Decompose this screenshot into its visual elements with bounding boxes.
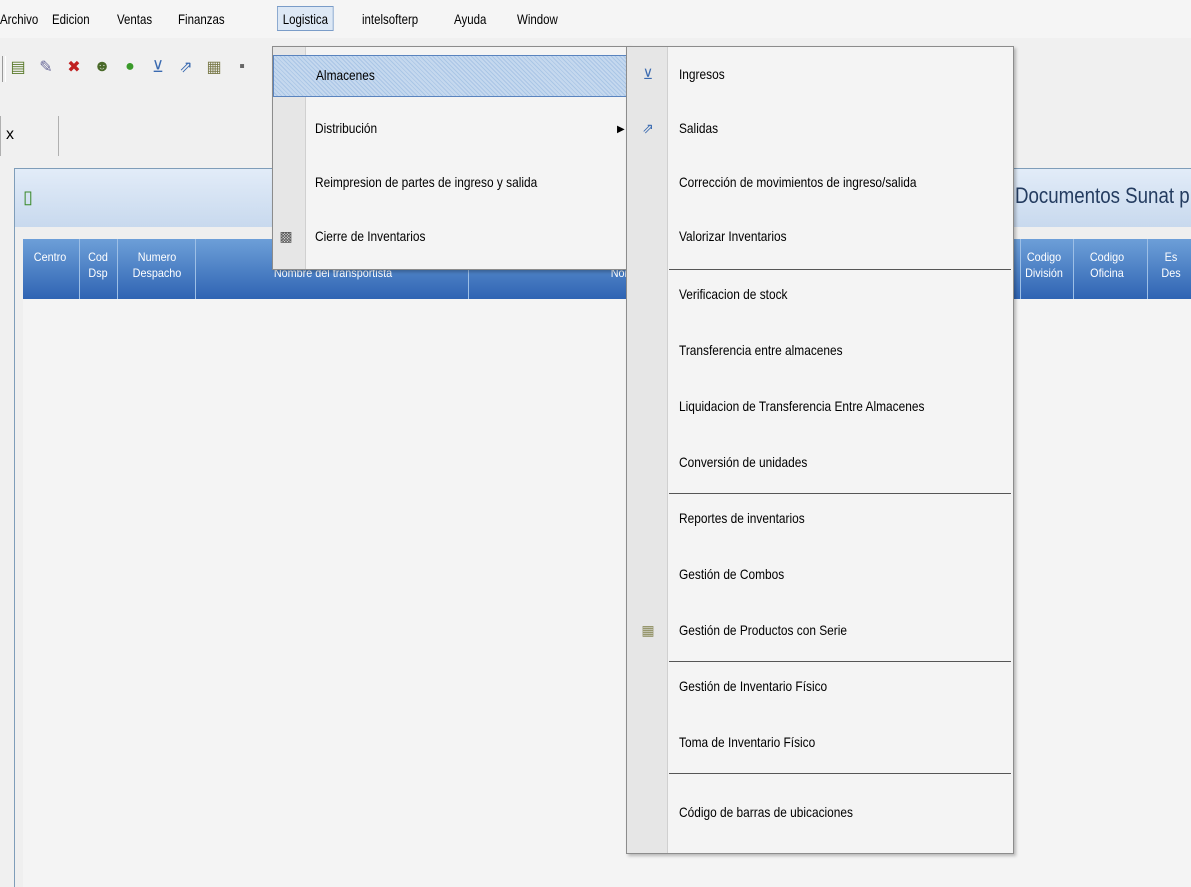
menu-item-label: Cierre de Inventarios bbox=[315, 228, 426, 244]
menu-item-label: Reportes de inventarios bbox=[679, 510, 805, 526]
menu-item-liquidacion[interactable]: Liquidacion de Transferencia Entre Almac… bbox=[627, 387, 1013, 427]
col-estado-despacho[interactable]: Es Des bbox=[1155, 249, 1187, 281]
menu-item-reimpresion[interactable]: Reimpresion de partes de ingreso y salid… bbox=[273, 163, 629, 203]
document-icon[interactable]: ▤ bbox=[8, 57, 28, 77]
col-codigo-oficina[interactable]: Codigo Oficina bbox=[1080, 249, 1134, 281]
menu-archivo[interactable]: Archivo bbox=[0, 10, 38, 28]
menu-item-correccion[interactable]: Corrección de movimientos de ingreso/sal… bbox=[627, 163, 1013, 203]
edit-icon[interactable]: ✎ bbox=[36, 57, 56, 77]
menu-item-reportes[interactable]: Reportes de inventarios bbox=[627, 499, 1013, 539]
menu-item-label: Corrección de movimientos de ingreso/sal… bbox=[679, 174, 917, 190]
menu-intelsofterp[interactable]: intelsofterp bbox=[362, 10, 418, 28]
menu-item-label: Código de barras de ubicaciones bbox=[679, 804, 853, 820]
tab-divider bbox=[58, 116, 59, 156]
menu-item-combos[interactable]: Gestión de Combos bbox=[627, 555, 1013, 595]
col-divider[interactable] bbox=[117, 239, 118, 299]
menu-item-verificacion-stock[interactable]: Verificacion de stock bbox=[627, 275, 1013, 315]
logistica-menu: Almacenes Distribución Reimpresion de pa… bbox=[272, 46, 630, 270]
menu-edicion[interactable]: Edicion bbox=[52, 10, 90, 28]
more-icon[interactable]: ▪ bbox=[232, 57, 252, 77]
calculator-icon[interactable]: ▦ bbox=[204, 57, 224, 77]
user-icon[interactable]: ☻ bbox=[92, 57, 112, 77]
menu-item-label: Salidas bbox=[679, 120, 719, 136]
menu-item-label: Gestión de Combos bbox=[679, 566, 785, 582]
inbox-icon: ⊻ bbox=[642, 65, 654, 82]
window-title: Documentos Sunat p bbox=[1015, 183, 1190, 208]
menu-bar: Archivo Edicion Ventas Finanzas Logistic… bbox=[0, 0, 1191, 38]
inventory-close-icon: ▩ bbox=[279, 227, 293, 244]
col-label: Centro bbox=[33, 250, 67, 264]
menu-item-gestion-inventario-fisico[interactable]: Gestión de Inventario Físico bbox=[627, 667, 1013, 707]
menu-item-label: Gestión de Inventario Físico bbox=[679, 678, 828, 694]
col-label: Codigo División bbox=[1025, 250, 1063, 280]
col-label: Numero Despacho bbox=[132, 250, 182, 280]
menu-item-label: Toma de Inventario Físico bbox=[679, 734, 816, 750]
col-divider[interactable] bbox=[1147, 239, 1148, 299]
menu-item-label: Distribución bbox=[315, 120, 378, 136]
calculator-icon: ▦ bbox=[641, 621, 655, 638]
col-divider[interactable] bbox=[1073, 239, 1074, 299]
menu-item-label: Reimpresion de partes de ingreso y salid… bbox=[315, 174, 538, 190]
menu-separator bbox=[669, 773, 1011, 774]
money-bag-icon[interactable]: ● bbox=[120, 57, 140, 77]
outbox-icon[interactable]: ⇗ bbox=[176, 57, 196, 77]
menu-item-salidas[interactable]: ⇗ Salidas bbox=[627, 109, 1013, 149]
menu-item-cierre-inventarios[interactable]: ▩ Cierre de Inventarios bbox=[273, 217, 629, 257]
inbox-icon[interactable]: ⊻ bbox=[148, 57, 168, 77]
almacenes-submenu: ▶ ⊻ Ingresos ⇗ Salidas Corrección de mov… bbox=[617, 46, 1014, 854]
menu-separator bbox=[669, 493, 1011, 494]
outbox-icon: ⇗ bbox=[642, 119, 654, 136]
menu-item-label: Transferencia entre almacenes bbox=[679, 342, 843, 358]
menu-item-valorizar[interactable]: Valorizar Inventarios bbox=[627, 217, 1013, 257]
menu-item-transferencia[interactable]: Transferencia entre almacenes bbox=[627, 331, 1013, 371]
menu-item-label: Verificacion de stock bbox=[679, 286, 788, 302]
col-divider[interactable] bbox=[79, 239, 80, 299]
menu-item-label: Valorizar Inventarios bbox=[679, 228, 787, 244]
menu-item-label: Ingresos bbox=[679, 66, 725, 82]
menu-item-conversion[interactable]: Conversión de unidades bbox=[627, 443, 1013, 483]
menu-finanzas[interactable]: Finanzas bbox=[178, 10, 225, 28]
window-icon: ▯ bbox=[23, 187, 33, 207]
menu-item-toma-inventario[interactable]: Toma de Inventario Físico bbox=[627, 723, 1013, 763]
col-centro[interactable]: Centro bbox=[29, 249, 70, 265]
menu-item-ingresos[interactable]: ⊻ Ingresos bbox=[627, 55, 1013, 95]
delete-icon[interactable]: ✖ bbox=[64, 57, 84, 77]
col-label: Es Des bbox=[1161, 250, 1181, 280]
toolbar: ▤ ✎ ✖ ☻ ● ⊻ ⇗ ▦ ▪ bbox=[0, 52, 290, 86]
col-cod-dsp[interactable]: Cod Dsp bbox=[83, 249, 114, 281]
menu-item-label: Gestión de Productos con Serie bbox=[679, 622, 848, 638]
col-divider[interactable] bbox=[195, 239, 196, 299]
menu-ventas[interactable]: Ventas bbox=[117, 10, 152, 28]
menu-item-label: Liquidacion de Transferencia Entre Almac… bbox=[679, 398, 925, 414]
menu-item-distribucion[interactable]: Distribución bbox=[273, 109, 629, 149]
despacho-window: ▯ Documentos Sunat p Centro Cod Dsp Nume… bbox=[14, 168, 1191, 887]
tab-divider bbox=[0, 116, 1, 156]
toolbar-grip[interactable] bbox=[2, 56, 6, 82]
tab-strip: x bbox=[0, 110, 60, 156]
menu-separator bbox=[669, 661, 1011, 662]
menu-separator bbox=[669, 269, 1011, 270]
grid-body[interactable] bbox=[23, 299, 1191, 887]
menu-item-almacenes[interactable]: Almacenes bbox=[273, 55, 629, 97]
close-tab-button[interactable]: x bbox=[6, 126, 14, 144]
menu-item-label: Almacenes bbox=[316, 67, 375, 83]
menu-item-label: Conversión de unidades bbox=[679, 454, 808, 470]
menu-item-codigo-barras[interactable]: Código de barras de ubicaciones bbox=[627, 793, 1013, 833]
col-label: Cod Dsp bbox=[88, 250, 108, 280]
menu-window[interactable]: Window bbox=[517, 10, 558, 28]
col-numero-despacho[interactable]: Numero Despacho bbox=[125, 249, 190, 281]
menu-ayuda[interactable]: Ayuda bbox=[454, 10, 486, 28]
menu-item-productos-serie[interactable]: ▦ Gestión de Productos con Serie bbox=[627, 611, 1013, 651]
col-codigo-division[interactable]: Codigo División bbox=[1022, 249, 1067, 281]
col-label: Codigo Oficina bbox=[1089, 250, 1125, 280]
menu-logistica[interactable]: Logistica bbox=[277, 6, 334, 31]
